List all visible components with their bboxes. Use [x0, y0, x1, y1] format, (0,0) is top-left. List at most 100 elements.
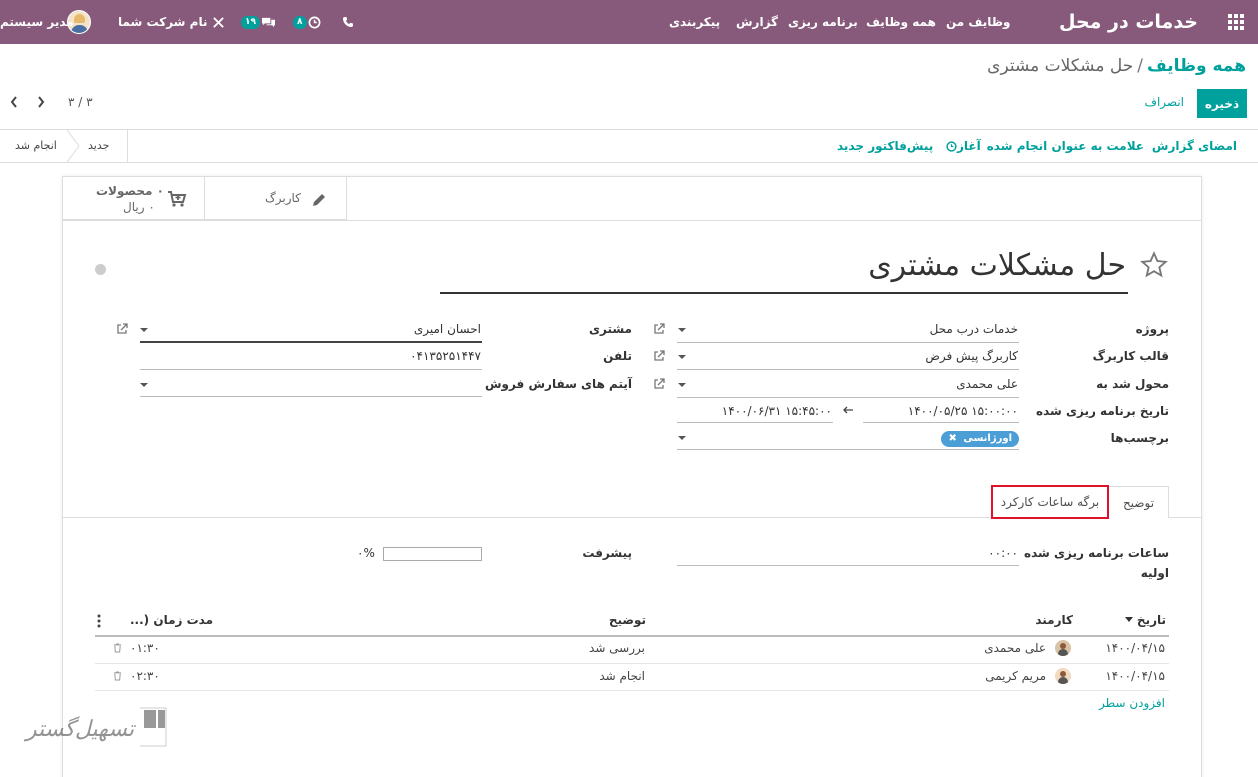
pencil-icon — [313, 194, 325, 206]
discard-button[interactable]: انصراف — [1145, 95, 1184, 109]
dropdown-caret-icon[interactable] — [678, 383, 686, 387]
row-2-duration[interactable]: ۰۲:۳۰ — [130, 669, 160, 683]
row-2-employee[interactable]: مریم کریمی — [985, 669, 1046, 683]
column-description[interactable]: توضیح — [609, 613, 646, 627]
breadcrumb-parent[interactable]: همه وظایف — [1147, 56, 1246, 76]
row-divider — [95, 690, 1169, 691]
user-menu[interactable]: مدیر سیستم — [0, 0, 74, 44]
column-duration[interactable]: مدت زمان (... — [130, 613, 213, 627]
save-button[interactable]: ذخیره — [1197, 89, 1247, 118]
trash-icon[interactable] — [113, 643, 122, 653]
row-divider — [95, 663, 1169, 664]
pager-previous-icon[interactable] — [6, 92, 22, 112]
top-navbar: خدمات در محل وظایف من همه وظایف برنامه ر… — [0, 0, 1258, 44]
menu-planning[interactable]: برنامه ریزی — [788, 0, 858, 44]
row-1-employee[interactable]: علی محمدی — [984, 641, 1046, 655]
debug-tools-icon[interactable] — [212, 0, 225, 44]
phone-underline — [140, 369, 482, 370]
sort-down-icon — [1124, 617, 1133, 622]
activity-badge: ۸ — [293, 15, 307, 29]
app-brand[interactable]: خدمات در محل — [1059, 0, 1198, 44]
dropdown-caret-icon[interactable] — [678, 436, 686, 440]
new-quotation-button[interactable]: پیش‌فاکتور جدید — [837, 139, 933, 153]
apps-menu-icon[interactable] — [1228, 0, 1244, 44]
row-1-description[interactable]: بررسی شد — [589, 641, 645, 655]
planned-end-field[interactable]: ۱۴۰۰/۰۶/۳۱ ۱۵:۴۵:۰۰ — [722, 404, 832, 418]
optional-columns-icon[interactable] — [97, 614, 101, 628]
phone-icon[interactable] — [342, 0, 354, 44]
activity-button[interactable]: ۸ — [293, 0, 321, 44]
tag-remove-icon[interactable]: ✖ — [948, 433, 956, 444]
divider — [62, 220, 1202, 221]
planned-hours-label: ساعات برنامه ریزی شده — [1024, 546, 1169, 560]
planned-hours-underline — [677, 565, 1019, 566]
worksheet-template-field[interactable]: کاربرگ پیش فرض — [925, 349, 1018, 363]
planned-hours-field[interactable]: ۰۰:۰۰ — [988, 546, 1018, 560]
worksheet-smart-button[interactable]: کاربرگ — [205, 176, 347, 220]
messages-button[interactable]: ۱۹ — [241, 0, 276, 44]
dropdown-caret-icon[interactable] — [678, 355, 686, 359]
tag-label: اورژانسی — [963, 433, 1012, 444]
worksheet-template-label: قالب کاربرگ — [1092, 349, 1169, 363]
add-line-link[interactable]: افزودن سطر — [1099, 696, 1165, 710]
dropdown-caret-icon[interactable] — [140, 383, 148, 387]
employee-avatar — [1055, 640, 1071, 656]
planned-end-underline — [677, 422, 833, 423]
title-underline — [440, 292, 1128, 294]
external-link-icon[interactable] — [116, 323, 128, 335]
planned-start-field[interactable]: ۱۴۰۰/۰۵/۲۵ ۱۵:۰۰:۰۰ — [908, 404, 1018, 418]
sign-report-button[interactable]: امضای گزارش — [1152, 139, 1237, 153]
dropdown-caret-icon[interactable] — [678, 328, 686, 332]
cart-plus-icon — [168, 191, 187, 207]
row-2-date[interactable]: ۱۴۰۰/۰۴/۱۵ — [1105, 669, 1165, 683]
mark-done-button[interactable]: علامت به عنوان انجام شده — [987, 139, 1144, 153]
breadcrumb: همه وظایف/حل مشکلات مشتری — [987, 56, 1246, 76]
start-timer-button[interactable]: آغاز — [945, 139, 981, 153]
external-link-icon[interactable] — [653, 323, 665, 335]
so-items-underline — [140, 396, 482, 397]
tags-label: برچسب‌ها — [1110, 431, 1169, 445]
phone-field[interactable]: ۰۴۱۳۵۲۵۱۴۴۷ — [410, 349, 481, 363]
tab-timesheet-label: برگه ساعات کارکرد — [1000, 495, 1100, 509]
worksheet-label: کاربرگ — [265, 191, 301, 205]
row-2-description[interactable]: انجام شد — [599, 669, 645, 683]
assigned-field[interactable]: علی محمدی — [956, 377, 1018, 391]
products-smart-button[interactable]: ۰ محصولات ۰ ریال — [63, 176, 205, 220]
company-switcher[interactable]: نام شرکت شما — [118, 0, 207, 44]
dropdown-caret-icon[interactable] — [140, 328, 148, 332]
column-date[interactable]: تاریخ — [1124, 613, 1166, 627]
menu-all-tasks[interactable]: همه وظایف — [866, 0, 936, 44]
planned-hours-label-line2: اولیه — [1140, 566, 1169, 580]
menu-configuration[interactable]: پیکربندی — [669, 0, 720, 44]
arrow-left-icon — [843, 406, 853, 414]
watermark-logo: تسهیل‌گستر — [22, 706, 167, 751]
customer-field[interactable]: احسان امیری — [414, 322, 481, 336]
record-title[interactable]: حل مشکلات مشتری — [868, 248, 1126, 283]
tab-timesheet[interactable]: برگه ساعات کارکرد — [991, 485, 1109, 519]
external-link-icon[interactable] — [653, 350, 665, 362]
stage-new[interactable]: جدید — [88, 139, 109, 152]
assigned-label: محول شد به — [1096, 377, 1169, 391]
employee-avatar — [1055, 668, 1071, 684]
tab-description[interactable]: توضیح — [1108, 486, 1169, 518]
column-date-label: تاریخ — [1136, 613, 1166, 627]
tag-chip[interactable]: اورژانسی ✖ — [941, 431, 1019, 447]
kanban-state-icon[interactable] — [95, 264, 106, 275]
external-link-icon[interactable] — [653, 378, 665, 390]
trash-icon[interactable] — [113, 671, 122, 681]
project-field[interactable]: خدمات درب محل — [930, 322, 1018, 336]
pager-next-icon[interactable] — [33, 92, 49, 112]
progress-label: پیشرفت — [582, 546, 632, 560]
row-1-date[interactable]: ۱۴۰۰/۰۴/۱۵ — [1105, 641, 1165, 655]
row-1-duration[interactable]: ۰۱:۳۰ — [130, 641, 160, 655]
products-amount: ۰ ریال — [123, 200, 155, 214]
menu-reporting[interactable]: گزارش — [736, 0, 778, 44]
clock-icon — [308, 16, 320, 28]
table-header-line — [95, 635, 1169, 637]
column-employee[interactable]: کارمند — [1035, 613, 1073, 627]
star-priority-icon[interactable] — [1140, 251, 1168, 279]
menu-my-tasks[interactable]: وظایف من — [946, 0, 1010, 44]
stage-done[interactable]: انجام شد — [15, 139, 57, 152]
breadcrumb-separator: / — [1137, 56, 1143, 76]
pager-value[interactable]: ۳ / ۳ — [68, 95, 93, 109]
